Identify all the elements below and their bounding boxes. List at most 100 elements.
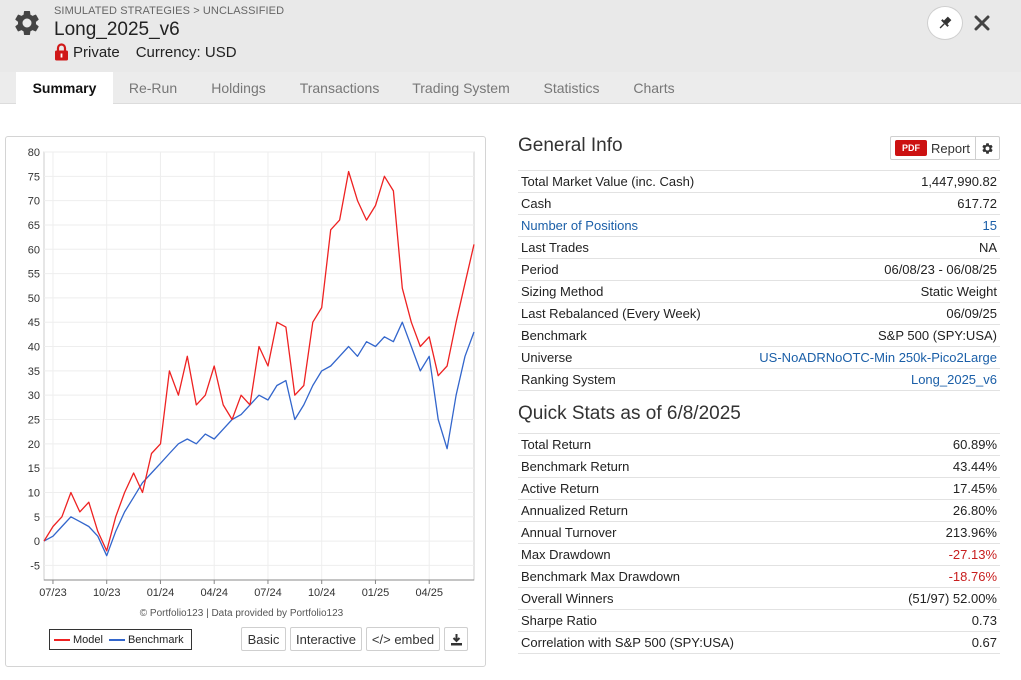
quick-stats-title: Quick Stats as of 6/8/2025 <box>518 403 741 424</box>
universe-link[interactable]: US-NoADRNoOTC-Min 250k-Pico2Large <box>726 346 1000 369</box>
tab-trading-system[interactable]: Trading System <box>400 72 522 104</box>
legend-item-benchmark[interactable]: Benchmark <box>108 633 184 646</box>
x-tick-label: 10/24 <box>308 587 336 599</box>
y-tick-label: -5 <box>30 560 40 572</box>
legend-label-benchmark: Benchmark <box>127 633 184 646</box>
y-tick-label: 65 <box>28 220 40 232</box>
row-label: Sharpe Ratio <box>518 609 855 632</box>
table-row: Benchmark Max Drawdown -18.76% <box>518 565 1000 588</box>
row-value: 617.72 <box>726 192 1000 215</box>
row-value: 17.45% <box>854 477 1000 500</box>
legend-item-model[interactable]: Model <box>54 634 103 646</box>
row-label: Benchmark Max Drawdown <box>518 565 855 588</box>
ranking-system-link[interactable]: Long_2025_v6 <box>726 368 1000 391</box>
table-row: Last Rebalanced (Every Week) 06/09/25 <box>518 302 1000 325</box>
tab-statistics[interactable]: Statistics <box>530 72 613 104</box>
row-label: Active Return <box>518 477 855 500</box>
row-label: Cash <box>518 192 727 215</box>
row-value: (51/97) 52.00% <box>854 587 1000 610</box>
table-row: Universe US-NoADRNoOTC-Min 250k-Pico2Larg… <box>518 346 1000 369</box>
x-tick-label: 04/25 <box>415 587 443 599</box>
x-tick-label: 01/24 <box>147 587 175 599</box>
table-row: Annual Turnover 213.96% <box>518 521 1000 544</box>
row-label: Universe <box>518 346 727 369</box>
legend-swatch-model <box>54 638 70 641</box>
currency-label: Currency: USD <box>135 43 237 61</box>
chart-credit: © Portfolio123 | Data provided by Portfo… <box>139 608 344 619</box>
y-tick-label: 0 <box>34 536 40 548</box>
table-row: Max Drawdown -27.13% <box>518 543 1000 566</box>
legend-swatch-benchmark <box>108 638 125 641</box>
pin-button[interactable] <box>927 6 963 40</box>
chart-legend: Model Benchmark <box>49 629 192 650</box>
y-tick-label: 30 <box>28 390 40 402</box>
download-button[interactable] <box>444 627 468 651</box>
tab-summary[interactable]: Summary <box>16 72 113 104</box>
strategy-meta: Private Currency: USD <box>54 43 237 61</box>
y-tick-label: 5 <box>34 512 40 524</box>
table-row: Annualized Return 26.80% <box>518 499 1000 522</box>
row-label: Benchmark <box>518 324 727 347</box>
row-label: Last Trades <box>518 236 727 259</box>
number-of-positions-value-link[interactable]: 15 <box>726 214 1000 237</box>
row-label: Max Drawdown <box>518 543 855 566</box>
performance-chart-panel: -5 0 5 10 15 20 25 30 35 40 45 50 55 60 65 70 75 80 07/23 1… <box>5 136 486 667</box>
gear-icon <box>982 142 993 154</box>
y-tick-label: 75 <box>28 171 40 183</box>
download-icon <box>450 633 462 645</box>
number-of-positions-link[interactable]: Number of Positions <box>518 214 727 237</box>
y-tick-label: 70 <box>28 196 40 208</box>
y-tick-label: 60 <box>28 244 40 256</box>
gear-icon[interactable] <box>12 8 42 38</box>
breadcrumb[interactable]: SIMULATED STRATEGIES > UNCLASSIFIED <box>54 5 284 17</box>
y-tick-label: 45 <box>28 317 40 329</box>
x-tick-label: 01/25 <box>362 587 390 599</box>
table-row: Ranking System Long_2025_v6 <box>518 368 1000 391</box>
tab-bar: Summary Re-Run Holdings Transactions Tra… <box>0 72 1021 104</box>
table-row: Number of Positions 15 <box>518 214 1000 237</box>
row-value: Static Weight <box>726 280 1000 303</box>
row-value: S&P 500 (SPY:USA) <box>726 324 1000 347</box>
tab-rerun[interactable]: Re-Run <box>113 72 193 104</box>
privacy-label: Private <box>73 43 120 61</box>
tab-holdings[interactable]: Holdings <box>197 72 280 104</box>
quick-stats-table: Total Return 60.89% Benchmark Return 43.44… <box>518 433 1000 654</box>
y-tick-label: 40 <box>28 342 40 354</box>
tab-transactions[interactable]: Transactions <box>284 72 395 104</box>
row-value: 0.73 <box>854 609 1000 632</box>
row-label: Correlation with S&P 500 (SPY:USA) <box>518 631 855 654</box>
row-value: NA <box>726 236 1000 259</box>
row-value: 1,447,990.82 <box>726 170 1000 193</box>
table-row: Sharpe Ratio 0.73 <box>518 609 1000 632</box>
row-label: Period <box>518 258 727 281</box>
row-value: 06/08/23 - 06/08/25 <box>726 258 1000 281</box>
row-value: 60.89% <box>854 433 1000 456</box>
row-value: 0.67 <box>854 631 1000 654</box>
close-button[interactable] <box>971 12 993 34</box>
report-label: Report <box>931 140 971 156</box>
table-row: Period 06/08/23 - 06/08/25 <box>518 258 1000 281</box>
y-tick-label: 80 <box>28 147 40 159</box>
row-value: 26.80% <box>854 499 1000 522</box>
pin-icon <box>939 16 952 29</box>
lock-icon <box>55 43 68 61</box>
embed-button[interactable]: </> embed <box>366 627 440 651</box>
y-tick-label: 10 <box>28 487 40 499</box>
close-icon <box>974 15 990 31</box>
table-row: Active Return 17.45% <box>518 477 1000 500</box>
table-row: Cash 617.72 <box>518 192 1000 215</box>
row-value: -27.13% <box>854 543 1000 566</box>
table-row: Last Trades NA <box>518 236 1000 259</box>
report-settings-button[interactable] <box>975 137 999 159</box>
row-value: 43.44% <box>854 455 1000 478</box>
report-button[interactable]: PDF Report <box>890 136 1000 160</box>
basic-button[interactable]: Basic <box>241 627 286 651</box>
performance-chart[interactable]: -5 0 5 10 15 20 25 30 35 40 45 50 55 60 65 70 75 80 07/23 1… <box>6 137 485 607</box>
legend-label-model: Model <box>73 633 103 646</box>
tab-charts[interactable]: Charts <box>622 72 686 104</box>
interactive-button[interactable]: Interactive <box>290 627 362 651</box>
plot-area <box>43 151 475 581</box>
row-label: Total Return <box>518 433 855 456</box>
table-row: Total Market Value (inc. Cash) 1,447,990.… <box>518 170 1000 193</box>
x-tick-label: 04/24 <box>200 587 228 599</box>
